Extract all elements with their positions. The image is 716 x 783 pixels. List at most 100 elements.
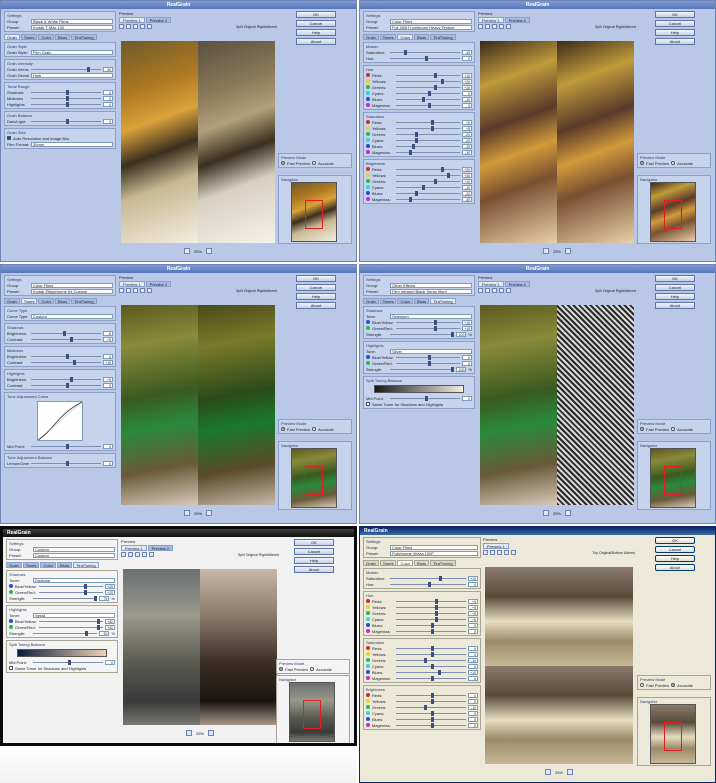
value-slider[interactable] <box>31 336 101 342</box>
navigator-view-rect[interactable] <box>664 722 682 752</box>
zoom-in-button[interactable] <box>565 510 571 516</box>
value-slider[interactable] <box>396 78 460 84</box>
checkbox[interactable] <box>7 136 11 140</box>
value-slider[interactable] <box>396 131 460 137</box>
slider-thumb[interactable] <box>428 354 431 360</box>
value-slider[interactable] <box>396 119 460 125</box>
value-field[interactable]: 0 <box>103 443 113 449</box>
accurate-radio[interactable] <box>312 427 317 431</box>
navigator-thumbnail[interactable] <box>291 448 337 508</box>
slider-thumb[interactable] <box>62 330 66 336</box>
navigator-view-rect[interactable] <box>305 200 323 230</box>
slider-thumb[interactable] <box>428 581 431 587</box>
zoom-out-button[interactable] <box>542 510 549 516</box>
value-slider[interactable] <box>396 196 460 202</box>
tab-blurs[interactable]: Blurs <box>414 34 430 40</box>
help-button[interactable]: Help <box>294 557 334 564</box>
slider-thumb[interactable] <box>96 624 100 630</box>
ok-button[interactable]: OK <box>655 537 695 544</box>
value-field[interactable]: 0 <box>462 354 472 360</box>
value-field[interactable]: 30 <box>103 66 113 72</box>
split-vertical-icon[interactable] <box>119 288 124 293</box>
tab-preview-1[interactable]: Preview 1 <box>483 543 509 549</box>
value-slider[interactable] <box>396 325 460 331</box>
value-slider[interactable] <box>31 95 101 101</box>
dropdown-select[interactable]: Selenium <box>390 313 472 319</box>
slider-thumb[interactable] <box>425 395 428 401</box>
value-slider[interactable] <box>33 630 98 636</box>
value-field[interactable]: 0 <box>103 460 113 466</box>
single-view-icon[interactable] <box>492 24 497 29</box>
value-slider[interactable] <box>390 49 460 55</box>
navigator-view-rect[interactable] <box>664 200 682 230</box>
about-button[interactable]: About <box>296 302 336 309</box>
split-horizontal-icon[interactable] <box>126 288 131 293</box>
value-slider[interactable] <box>31 101 101 107</box>
value-field[interactable]: 0 <box>468 651 478 657</box>
slider-thumb[interactable] <box>431 645 434 651</box>
zoom-out-button[interactable] <box>185 730 192 736</box>
value-field[interactable]: 0 <box>468 645 478 651</box>
tab-grain[interactable]: Grain <box>4 298 20 304</box>
tab-color[interactable]: Color <box>38 34 55 40</box>
swap-icon[interactable] <box>511 550 516 555</box>
dropdown-select[interactable]: Silver <box>390 348 472 354</box>
value-slider[interactable] <box>31 118 101 124</box>
slider-thumb[interactable] <box>447 172 451 178</box>
value-field[interactable]: 0 <box>462 102 472 108</box>
cancel-button[interactable]: Cancel <box>294 548 334 555</box>
side-by-side-icon[interactable] <box>140 288 145 293</box>
value-field[interactable]: 0 <box>462 395 472 401</box>
split-horizontal-icon[interactable] <box>485 288 490 293</box>
value-field[interactable]: -10 <box>462 184 472 190</box>
value-slider[interactable] <box>33 595 98 601</box>
preview-image[interactable] <box>121 41 275 243</box>
zoom-out-button[interactable] <box>183 248 190 254</box>
slider-thumb[interactable] <box>66 443 69 449</box>
slider-thumb[interactable] <box>404 49 407 55</box>
about-button[interactable]: About <box>296 38 336 45</box>
value-field[interactable]: -10 <box>468 704 478 710</box>
swap-icon[interactable] <box>147 288 152 293</box>
value-field[interactable]: -20 <box>462 131 472 137</box>
accurate-radio[interactable] <box>671 161 676 165</box>
slider-thumb[interactable] <box>434 325 438 331</box>
value-field[interactable]: 0 <box>468 663 478 669</box>
value-field[interactable]: +20 <box>462 78 472 84</box>
preview-image[interactable] <box>480 41 634 243</box>
slider-thumb[interactable] <box>431 663 434 669</box>
slider-thumb[interactable] <box>83 583 87 589</box>
fast-preview-radio[interactable] <box>640 161 644 165</box>
tab-grain[interactable]: Grain <box>6 562 22 568</box>
tab-tint-toning[interactable]: Tint/Toning <box>71 34 97 40</box>
slider-thumb[interactable] <box>434 598 438 604</box>
tab-grain[interactable]: Grain <box>363 298 379 304</box>
tab-blurs[interactable]: Blurs <box>55 34 71 40</box>
slider-thumb[interactable] <box>415 131 419 137</box>
value-field[interactable]: +40 <box>105 624 115 630</box>
value-field[interactable]: 75 <box>99 595 110 601</box>
value-slider[interactable] <box>396 716 466 722</box>
slider-thumb[interactable] <box>434 610 438 616</box>
dropdown-select[interactable]: Sepia <box>33 612 115 618</box>
tab-preview-1[interactable]: Preview 1 <box>119 17 145 23</box>
value-slider[interactable] <box>390 331 455 337</box>
value-field[interactable]: +10 <box>462 319 472 325</box>
accurate-radio[interactable] <box>310 667 315 671</box>
side-by-side-icon[interactable] <box>140 24 145 29</box>
preset-select[interactable]: Kodak Ektachrome 64 Custom <box>31 288 113 294</box>
tab-grain[interactable]: Grain <box>363 560 379 566</box>
value-field[interactable]: +5 <box>468 598 478 604</box>
slider-thumb[interactable] <box>428 102 431 108</box>
zoom-out-button[interactable] <box>544 769 551 775</box>
slider-thumb[interactable] <box>431 622 434 628</box>
value-slider[interactable] <box>396 616 466 622</box>
tab-tint-toning[interactable]: Tint/Toning <box>430 34 456 40</box>
dropdown-select[interactable]: High <box>31 72 113 78</box>
value-slider[interactable] <box>396 651 466 657</box>
slider-thumb[interactable] <box>408 149 412 155</box>
fast-preview-radio[interactable] <box>281 161 285 165</box>
preset-select[interactable]: Fujichrome Velvia 100F <box>390 550 478 556</box>
value-slider[interactable] <box>396 178 460 184</box>
slider-thumb[interactable] <box>66 353 69 359</box>
